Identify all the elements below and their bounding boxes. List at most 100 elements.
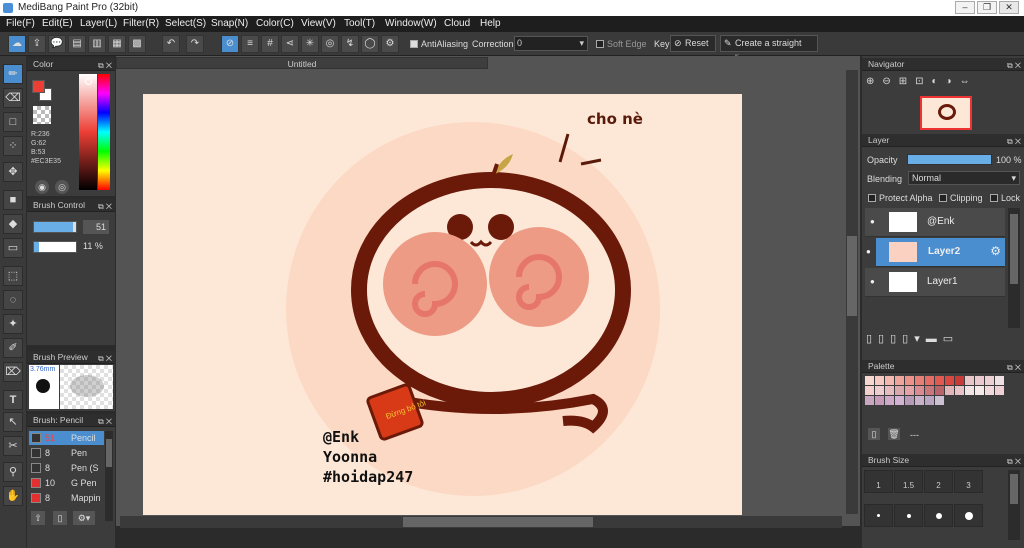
brush-item[interactable]: 8 Pen (S	[29, 461, 104, 475]
navigator-tools[interactable]: ⊕⊖⊞⊡◐◑⇔	[866, 76, 1006, 94]
foreground-color-swatch[interactable]	[32, 80, 45, 93]
move-tool-icon[interactable]: ✥	[3, 162, 23, 182]
palette-swatch[interactable]	[945, 376, 954, 385]
palette-swatch[interactable]	[905, 386, 914, 395]
brush-size-cell[interactable]: 1.5	[894, 470, 923, 493]
palette-swatch[interactable]	[915, 386, 924, 395]
eye-icon[interactable]: ●	[866, 247, 871, 256]
curve-snap-icon[interactable]: ↯	[341, 35, 359, 53]
scroll-thumb[interactable]	[847, 236, 857, 316]
scroll-thumb[interactable]	[403, 517, 593, 527]
eyedropper-tool-icon[interactable]: ⚲	[3, 462, 23, 482]
layer-opacity-slider[interactable]	[907, 154, 992, 165]
hand-tool-icon[interactable]: ✋	[3, 486, 23, 506]
post-icon[interactable]: ▤	[68, 35, 86, 53]
scroll-thumb[interactable]	[106, 439, 112, 467]
brush-opacity-slider[interactable]	[33, 241, 77, 253]
palette-swatch[interactable]	[975, 376, 984, 385]
palette-swatch[interactable]	[915, 396, 924, 405]
palette-swatch[interactable]	[935, 386, 944, 395]
panel-controls-icon[interactable]: ⧉ ✕	[1007, 59, 1021, 72]
layer-row[interactable]: ● @Enk	[865, 208, 1005, 237]
add-brush-icon[interactable]: ⇧	[31, 511, 45, 525]
parallel-snap-icon[interactable]: ≡	[241, 35, 259, 53]
palette-swatch[interactable]	[885, 396, 894, 405]
menu-snap[interactable]: Snap(N)	[211, 18, 248, 29]
layer-scrollbar[interactable]	[1008, 208, 1020, 328]
panel-controls-icon[interactable]: ⧉ ✕	[1007, 361, 1021, 374]
brush-item[interactable]: 8 Mappin	[29, 491, 104, 505]
palette-swatch[interactable]	[995, 386, 1004, 395]
palette-swatch[interactable]	[985, 386, 994, 395]
clipping-checkbox[interactable]	[939, 194, 947, 202]
correction-select[interactable]: 0 ▾	[514, 36, 588, 51]
palette-swatch[interactable]	[885, 386, 894, 395]
magic-wand-tool-icon[interactable]: ✦	[3, 314, 23, 334]
canvas-paper[interactable]: Đừng bỏ tôi cho nè @Enk Yoonna #hoidap24…	[143, 94, 742, 515]
delete-palette-icon[interactable]: 🗑	[888, 428, 900, 440]
brush-item[interactable]: 10 G Pen	[29, 476, 104, 490]
straight-line-button[interactable]: ✎Create a straight line	[720, 35, 818, 63]
palette-swatch[interactable]	[885, 376, 894, 385]
panel-controls-icon[interactable]: ⧉ ✕	[1007, 135, 1021, 148]
palette-swatch[interactable]	[875, 386, 884, 395]
page-icon[interactable]: ▦	[108, 35, 126, 53]
palette-swatch[interactable]	[995, 376, 1004, 385]
antialiasing-checkbox[interactable]	[410, 40, 418, 48]
color-cursor[interactable]	[85, 78, 92, 85]
menu-file[interactable]: File(F)	[6, 18, 35, 29]
vanish-snap-icon[interactable]: ⋖	[281, 35, 299, 53]
palette-swatch[interactable]	[865, 386, 874, 395]
palette-swatch[interactable]	[965, 386, 974, 395]
brush-size-cell[interactable]: 2	[924, 470, 953, 493]
panel-controls-icon[interactable]: ⧉ ✕	[1007, 455, 1021, 468]
palette-swatch[interactable]	[935, 376, 944, 385]
menu-cloud[interactable]: Cloud	[444, 18, 470, 29]
ellipse-snap-icon[interactable]: ◯	[361, 35, 379, 53]
new-palette-icon[interactable]: ▯	[868, 428, 880, 440]
palette-swatch[interactable]	[905, 376, 914, 385]
divide-tool-icon[interactable]: ✂	[3, 436, 23, 456]
palette-swatch[interactable]	[965, 376, 974, 385]
color-wheel-icon[interactable]: ◉	[35, 180, 49, 194]
brush-tool-icon[interactable]: ✏	[3, 64, 23, 84]
canvas-vertical-scrollbar[interactable]	[846, 70, 858, 514]
reset-button[interactable]: ⊘ Reset	[670, 35, 716, 52]
rect-fill-tool-icon[interactable]: ■	[3, 190, 23, 210]
palette-swatch[interactable]	[925, 376, 934, 385]
gradient-tool-icon[interactable]: ▭	[3, 238, 23, 258]
palette-swatch[interactable]	[925, 396, 934, 405]
palette-swatch[interactable]	[895, 376, 904, 385]
palette-swatch[interactable]	[945, 386, 954, 395]
palette-swatch[interactable]	[895, 396, 904, 405]
palette-swatches[interactable]	[865, 376, 1005, 416]
export-icon[interactable]: ⇪	[28, 35, 46, 53]
brush-size-slider[interactable]	[33, 221, 77, 233]
snap-off-icon[interactable]: ⊘	[221, 35, 239, 53]
brush-size-cell[interactable]	[954, 504, 983, 527]
text-tool-icon[interactable]: T	[3, 390, 23, 410]
menu-help[interactable]: Help	[480, 18, 501, 29]
menu-color[interactable]: Color(C)	[256, 18, 294, 29]
transparent-color-swatch[interactable]	[33, 106, 51, 124]
eye-icon[interactable]: ●	[870, 217, 875, 226]
panel-controls-icon[interactable]: ⧉ ✕	[98, 59, 112, 72]
brush-size-cell[interactable]: 3	[954, 470, 983, 493]
palette-swatch[interactable]	[875, 376, 884, 385]
color-history-icon[interactable]: ◎	[55, 180, 69, 194]
gear-icon[interactable]: ⚙	[990, 244, 1001, 258]
blending-select[interactable]: Normal ▾	[908, 171, 1020, 185]
brush-size-scrollbar[interactable]	[1008, 470, 1020, 540]
eye-icon[interactable]: ●	[870, 277, 875, 286]
palette-swatch[interactable]	[895, 386, 904, 395]
panel-controls-icon[interactable]: ⧉ ✕	[98, 415, 112, 428]
menu-window[interactable]: Window(W)	[385, 18, 437, 29]
soft-edge-checkbox[interactable]	[596, 40, 604, 48]
brush-menu-icon[interactable]: ⚙▾	[73, 511, 95, 525]
palette-swatch[interactable]	[985, 376, 994, 385]
circle-snap-icon[interactable]: ◎	[321, 35, 339, 53]
select-pen-tool-icon[interactable]: ✐	[3, 338, 23, 358]
comment-icon[interactable]: 💬	[48, 35, 66, 53]
brush-size-cell[interactable]	[894, 504, 923, 527]
cloud-icon[interactable]: ☁	[8, 35, 26, 53]
